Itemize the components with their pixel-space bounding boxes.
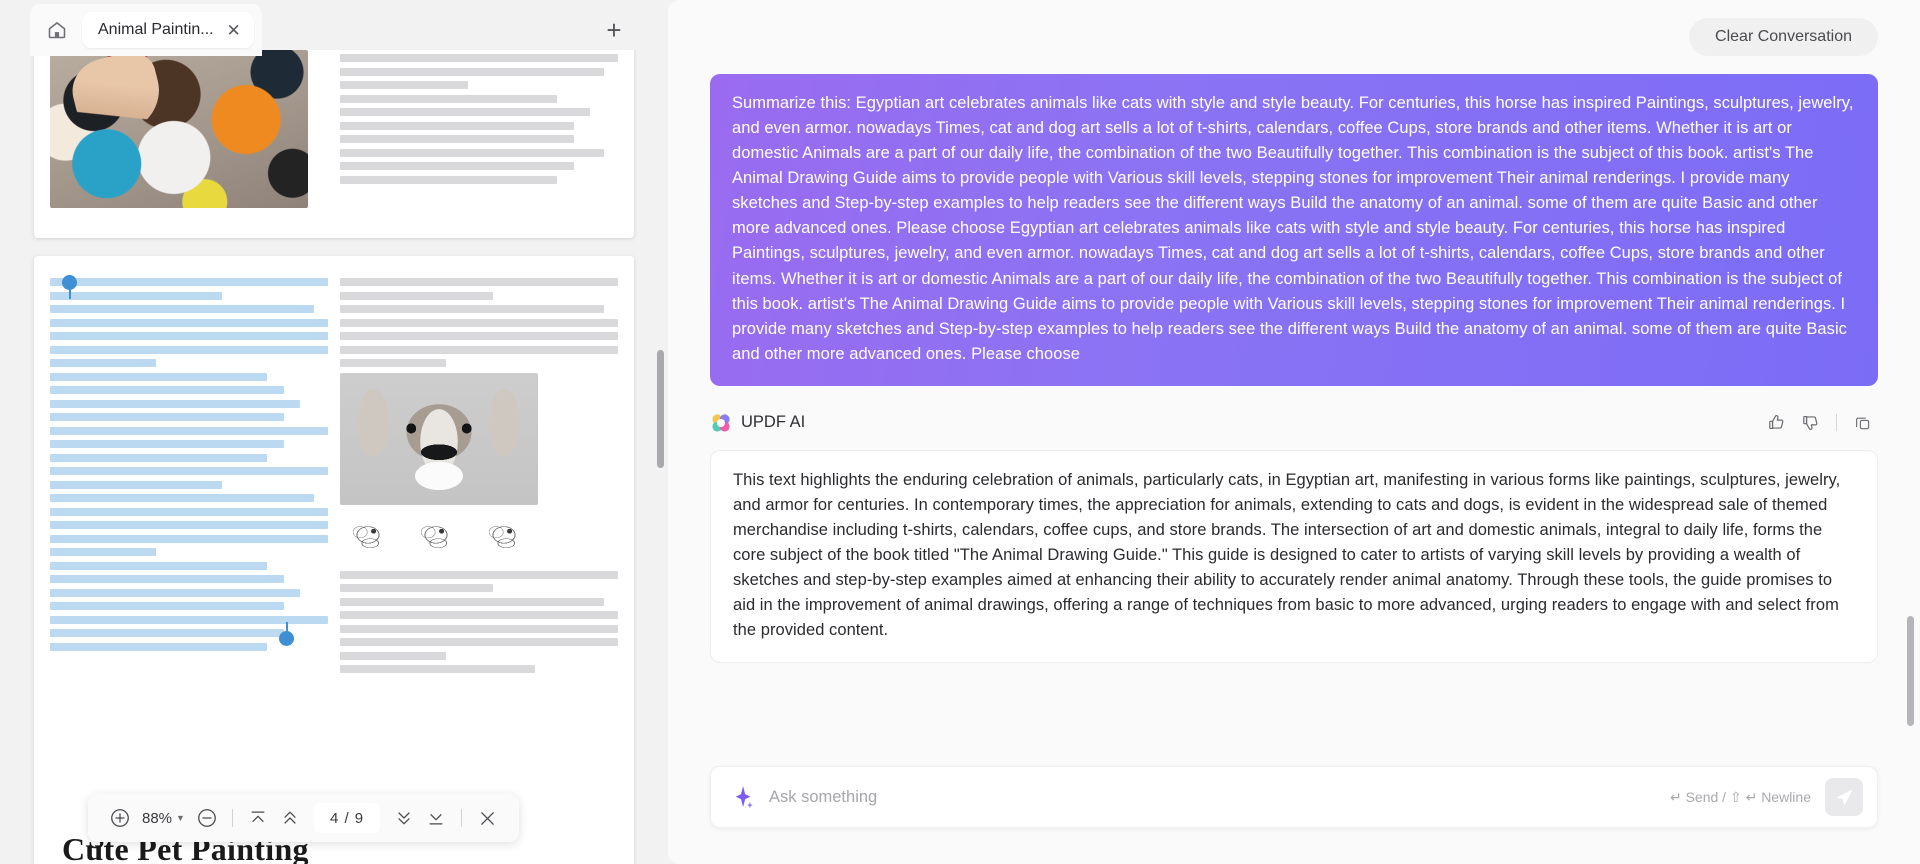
send-button[interactable] [1825,778,1863,816]
send-icon [1836,789,1852,805]
page1-right-column [340,50,618,208]
dog-head-sketch [408,510,464,557]
plus-icon[interactable]: + [600,16,628,44]
home-icon[interactable] [40,13,74,47]
tab-title: Animal Paintin... [98,21,214,38]
page2-right-column [340,278,618,679]
assistant-message-bubble: This text highlights the enduring celebr… [710,449,1878,664]
copy-icon[interactable] [1848,408,1878,438]
toolbar-divider [231,809,233,827]
page2-left-column [50,278,328,679]
dog-head-sketch [340,510,396,557]
corgi-dog-photo [340,372,538,505]
zoom-out-icon[interactable] [191,802,223,834]
ai-chat-pane: Clear Conversation Summarize this: Egypt… [668,0,1920,864]
thumbs-down-icon[interactable] [1795,408,1825,438]
pdf-document-area[interactable]: Cute Pet Painting [0,50,668,864]
chevron-down-icon: ▼ [176,813,185,823]
user-message-bubble: Summarize this: Egyptian art celebrates … [710,74,1878,386]
pdf-page-1 [34,50,634,238]
sparkle-icon [735,786,753,809]
first-page-icon[interactable] [242,802,274,834]
pdf-viewer-pane: Animal Paintin... ✕ + Cute Pet Painting … [0,0,668,864]
chat-header: Clear Conversation [668,0,1920,74]
clear-conversation-button[interactable]: Clear Conversation [1689,18,1878,56]
close-toolbar-icon[interactable] [471,802,503,834]
zoom-in-icon[interactable] [104,802,136,834]
updf-ai-logo-icon [712,414,730,432]
chat-input-area: ↵ Send / ⇧ ↵ Newline [668,756,1920,864]
paint-palette-photo [50,50,308,208]
actions-divider [1836,414,1837,432]
thumbs-up-icon[interactable] [1761,408,1791,438]
pdf-page-2: Cute Pet Painting [34,256,634,864]
chat-input-field[interactable] [769,787,1670,807]
chat-scrollbar[interactable] [1907,616,1914,726]
previous-page-icon[interactable] [274,802,306,834]
page-indicator[interactable]: 4 / 9 [313,803,381,833]
close-icon[interactable]: ✕ [224,22,244,39]
page1-left-column [50,50,328,208]
document-tab[interactable]: Animal Paintin... ✕ [82,12,254,48]
chat-input-bar[interactable]: ↵ Send / ⇧ ↵ Newline [710,766,1878,828]
send-shortcut-hint: ↵ Send / ⇧ ↵ Newline [1669,788,1811,805]
dog-head-sketch [476,510,532,557]
last-page-icon[interactable] [420,802,452,834]
assistant-actions [1761,408,1878,438]
dog-sketch-row [340,510,618,557]
pdf-scrollbar[interactable] [657,350,664,468]
zoom-level-selector[interactable]: 88% ▼ [136,810,191,827]
tab-bar: Animal Paintin... ✕ + [0,0,668,56]
updf-app-window: Animal Paintin... ✕ + Cute Pet Painting … [0,0,1920,864]
chat-messages-area[interactable]: Summarize this: Egyptian art celebrates … [668,74,1920,756]
toolbar-divider [461,809,463,827]
assistant-message-header: UPDF AI [710,408,1878,438]
pdf-scroll-container: Cute Pet Painting [0,50,668,864]
text-selection-handle-end[interactable] [279,622,295,646]
text-selection-handle-start[interactable] [62,275,78,299]
pdf-toolbar: 88% ▼ 4 / 9 [88,794,520,842]
zoom-level-value: 88% [142,809,173,827]
assistant-name: UPDF AI [741,413,806,432]
next-page-icon[interactable] [388,802,420,834]
